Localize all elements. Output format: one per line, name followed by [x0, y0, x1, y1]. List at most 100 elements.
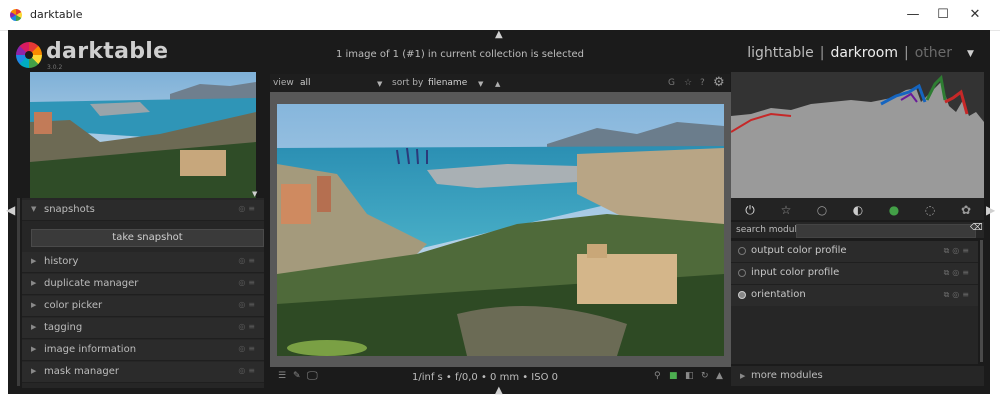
module-tagging[interactable]: ▶ tagging ◎≡ [22, 318, 264, 339]
module-reset-presets-icon[interactable]: ◎≡ [238, 278, 258, 287]
module-reset-presets-icon[interactable]: ◎≡ [238, 300, 258, 309]
styles-icon[interactable]: ✎ [293, 371, 301, 381]
module-history[interactable]: ▶ history ◎≡ [22, 252, 264, 273]
tab-active-modules[interactable]: ⏻ [733, 201, 767, 219]
module-mask-manager[interactable]: ▶ mask manager ◎≡ [22, 362, 264, 383]
module-label: output color profile [751, 245, 847, 256]
expand-arrow-icon: ▶ [31, 279, 37, 287]
take-snapshot-button[interactable]: take snapshot [31, 229, 264, 247]
tab-favorites[interactable]: ☆ [769, 201, 803, 219]
tab-basic[interactable]: ○ [805, 201, 839, 219]
module-power-icon[interactable] [738, 247, 746, 255]
expand-arrow-icon: ▶ [740, 372, 746, 380]
search-module-label: search module [736, 225, 803, 235]
focus-peaking-icon[interactable]: ↻ [701, 371, 709, 381]
view-darkroom[interactable]: darkroom [830, 45, 898, 61]
module-label: orientation [751, 289, 806, 300]
more-modules-label: more modules [751, 370, 823, 381]
expand-arrow-icon: ▶ [31, 345, 37, 353]
color-picker-icon[interactable]: ⚲ [654, 371, 661, 381]
navigation-thumbnail[interactable] [30, 72, 256, 198]
module-color-picker[interactable]: ▶ color picker ◎≡ [22, 296, 264, 317]
view-other[interactable]: other [915, 45, 952, 61]
right-panel-empty [731, 306, 978, 364]
tab-color[interactable]: ● [877, 201, 911, 219]
expand-arrow-icon: ▶ [31, 323, 37, 331]
module-label: snapshots [44, 204, 95, 215]
tab-tone[interactable]: ◐ [841, 201, 875, 219]
collapse-top-arrow-icon[interactable]: ▲ [495, 29, 503, 40]
view-separator: | [819, 45, 825, 61]
expand-arrow-icon: ▶ [31, 301, 37, 309]
module-orientation[interactable]: orientation ⧉◎≡ [731, 285, 978, 307]
tab-correct[interactable]: ◌ [913, 201, 947, 219]
module-input-color-profile[interactable]: input color profile ⧉◎≡ [731, 263, 978, 285]
module-label: input color profile [751, 267, 840, 278]
views-dropdown-icon[interactable]: ▼ [967, 49, 974, 59]
module-label: color picker [44, 300, 103, 311]
warning-icon[interactable]: ▲ [716, 371, 723, 381]
sort-direction-icon[interactable]: ▲ [495, 80, 500, 88]
grouping-icon[interactable]: G [668, 78, 675, 88]
view-separator: | [903, 45, 909, 61]
clear-search-icon[interactable]: ⌫ [970, 223, 983, 233]
module-power-icon[interactable] [738, 269, 746, 277]
preferences-gear-icon[interactable]: ⚙ [713, 75, 725, 90]
left-panel-scrollbar[interactable] [17, 198, 20, 386]
star-overlay-icon[interactable]: ☆ [684, 78, 692, 88]
module-label: tagging [44, 322, 83, 333]
view-filter-select[interactable]: all [300, 78, 311, 88]
version-label: 3.0.2 [47, 64, 63, 71]
darktable-logo-icon [16, 42, 42, 68]
thumbnail-resize-icon[interactable]: ▼ [252, 190, 257, 198]
sort-by-label: sort by [392, 78, 424, 88]
module-power-icon[interactable] [738, 291, 746, 299]
module-reset-presets-icon[interactable]: ◎≡ [238, 256, 258, 265]
collapse-bottom-arrow-icon[interactable]: ▲ [495, 385, 503, 396]
view-filter-dropdown-icon[interactable]: ▼ [377, 80, 382, 88]
minimize-button[interactable]: — [896, 6, 930, 24]
display-monitor-icon[interactable]: 🖵 [307, 369, 318, 383]
module-image-information[interactable]: ▶ image information ◎≡ [22, 340, 264, 361]
module-label: mask manager [44, 366, 119, 377]
view-lighttable[interactable]: lighttable [747, 45, 814, 61]
snapshots-header[interactable]: ▼ snapshots ◎≡ [22, 200, 264, 221]
module-reset-presets-icon[interactable]: ◎≡ [238, 204, 258, 213]
module-reset-presets-icon[interactable]: ◎≡ [238, 322, 258, 331]
sort-dropdown-icon[interactable]: ▼ [478, 80, 483, 88]
collection-status: 1 image of 1 (#1) in current collection … [335, 49, 585, 60]
exif-info: 1/inf s • f/0,0 • 0 mm • ISO 0 [411, 372, 559, 383]
expand-arrow-icon: ▼ [31, 205, 37, 213]
help-icon[interactable]: ? [700, 78, 705, 88]
expand-arrow-icon: ▶ [31, 257, 37, 265]
module-label: duplicate manager [44, 278, 139, 289]
sort-by-select[interactable]: filename [428, 78, 467, 88]
app-icon [10, 9, 22, 21]
brand-name: darktable [46, 39, 169, 64]
window-title: darktable [30, 8, 83, 21]
gamut-check-icon[interactable]: ◧ [685, 371, 694, 381]
softproof-icon[interactable]: ■ [669, 371, 678, 381]
view-filter-label: view [273, 78, 294, 88]
search-module-input[interactable] [796, 224, 976, 238]
more-modules[interactable]: ▶ more modules [731, 366, 984, 386]
main-image[interactable] [277, 104, 724, 356]
module-reset-presets-icon[interactable]: ◎≡ [238, 366, 258, 375]
maximize-button[interactable]: ☐ [926, 6, 960, 24]
module-label: image information [44, 344, 137, 355]
module-actions-icon[interactable]: ⧉◎≡ [944, 246, 972, 256]
expand-arrow-icon: ▶ [31, 367, 37, 375]
collapse-right-arrow-icon[interactable]: ▶ [986, 203, 995, 217]
module-duplicate-manager[interactable]: ▶ duplicate manager ◎≡ [22, 274, 264, 295]
module-reset-presets-icon[interactable]: ◎≡ [238, 344, 258, 353]
tab-effects[interactable]: ✿ [949, 201, 983, 219]
module-actions-icon[interactable]: ⧉◎≡ [944, 268, 972, 278]
collapse-left-arrow-icon[interactable]: ◀ [6, 203, 15, 217]
right-panel-scrollbar[interactable] [980, 240, 983, 362]
close-button[interactable]: ✕ [958, 6, 992, 24]
module-actions-icon[interactable]: ⧉◎≡ [944, 290, 972, 300]
toolbar-list-icon[interactable]: ☰ [278, 371, 286, 381]
module-output-color-profile[interactable]: output color profile ⧉◎≡ [731, 241, 978, 263]
window-titlebar: darktable — ☐ ✕ [0, 0, 1000, 31]
histogram[interactable] [731, 72, 984, 198]
